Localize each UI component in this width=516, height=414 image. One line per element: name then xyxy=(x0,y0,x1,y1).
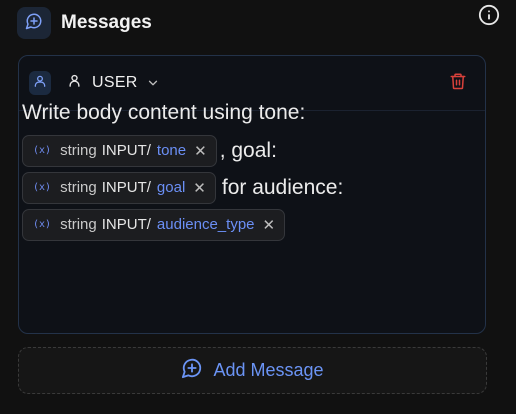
variable-icon: (x) xyxy=(33,182,52,193)
message-editor[interactable]: Write body content using tone: (x) strin… xyxy=(22,98,452,243)
chip-source: INPUT/ xyxy=(101,142,151,159)
role-select[interactable]: USER xyxy=(67,73,160,93)
trash-icon xyxy=(449,71,467,96)
message-plus-icon xyxy=(181,357,203,384)
role-icon-box xyxy=(29,71,51,95)
prompt-text: Write body content using tone: xyxy=(22,101,306,124)
page-title: Messages xyxy=(61,12,152,33)
chip-type: string xyxy=(60,216,97,233)
prompt-line: (x) string INPUT/ goal ✕ for audience: xyxy=(22,169,452,206)
user-icon xyxy=(67,73,82,93)
chip-variable-name: audience_type xyxy=(156,216,255,233)
messages-panel: Messages USER Write body content using t… xyxy=(0,0,516,414)
chevron-down-icon xyxy=(146,76,160,90)
header-icon-box xyxy=(17,7,51,39)
message-plus-icon xyxy=(25,12,43,35)
add-message-button[interactable]: Add Message xyxy=(18,347,487,394)
prompt-text: for audience: xyxy=(221,175,344,199)
remove-chip-icon[interactable]: ✕ xyxy=(193,179,206,197)
user-circle-icon xyxy=(33,74,47,93)
variable-chip-audience-type[interactable]: (x) string INPUT/ audience_type ✕ xyxy=(22,208,286,241)
prompt-text: , goal: xyxy=(219,138,277,162)
prompt-line: Write body content using tone: xyxy=(22,98,452,128)
variable-chip-goal[interactable]: (x) string INPUT/ goal ✕ xyxy=(22,171,216,204)
chip-type: string xyxy=(60,179,97,196)
prompt-line: (x) string INPUT/ audience_type ✕ xyxy=(22,206,452,243)
chip-type: string xyxy=(60,142,97,159)
chip-variable-name: tone xyxy=(156,142,187,159)
variable-icon: (x) xyxy=(33,219,52,230)
info-button[interactable] xyxy=(478,4,500,31)
panel-header: Messages xyxy=(17,6,499,40)
variable-chip-tone[interactable]: (x) string INPUT/ tone ✕ xyxy=(22,134,217,167)
info-icon xyxy=(478,4,500,31)
prompt-line: (x) string INPUT/ tone ✕ , goal: xyxy=(22,132,452,169)
variable-icon: (x) xyxy=(33,145,52,156)
remove-chip-icon[interactable]: ✕ xyxy=(194,142,207,160)
chip-source: INPUT/ xyxy=(101,216,151,233)
delete-message-button[interactable] xyxy=(448,72,468,94)
chip-variable-name: goal xyxy=(156,179,186,196)
remove-chip-icon[interactable]: ✕ xyxy=(263,216,276,234)
chip-source: INPUT/ xyxy=(101,179,151,196)
role-label: USER xyxy=(92,74,138,91)
add-message-label: Add Message xyxy=(213,360,324,380)
